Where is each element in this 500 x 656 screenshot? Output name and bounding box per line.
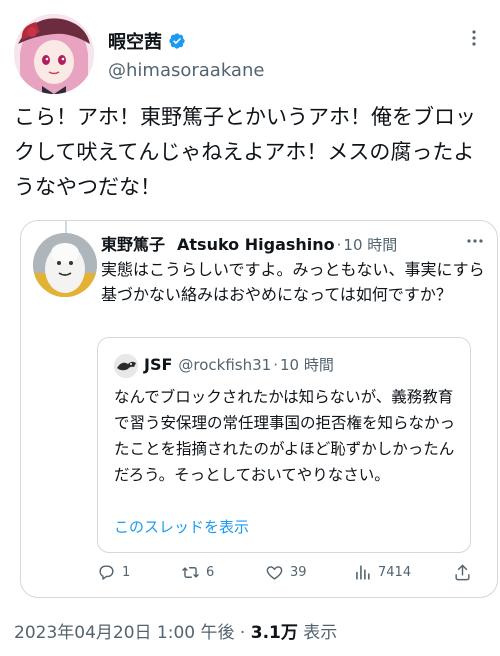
quoted-tweet[interactable]: 東野篤子 Atsuko Higashino · 10 時間 実態はこうらしいです… [20,220,498,598]
quote-avatar-image [33,233,97,297]
quote-header: 東野篤子 Atsuko Higashino · 10 時間 [101,231,487,255]
tweet-meta: 2023年04月20日 1:00 午後 · 3.1万 表示 [14,618,337,643]
nested-quoted-tweet[interactable]: JSF @rockfish31 · 10 時間 なんでブロックされたかは知らない… [97,337,471,553]
reply-button[interactable]: 1 [97,563,130,582]
author-avatar-image [14,14,94,94]
author-info: 暇空茜 @himasoraakane [108,28,264,81]
more-options-icon[interactable] [464,28,484,48]
share-icon [455,564,470,581]
quote-timestamp[interactable]: 10 時間 [343,234,397,255]
action-bar: 1 6 39 7414 [97,563,475,587]
tweet-text: こら！アホ！東野篤子とかいうアホ！俺をブロックして吠えてんじゃねえよアホ！メスの… [14,105,476,199]
views-chart-icon [356,565,370,580]
reply-count: 1 [122,565,131,580]
show-thread-link[interactable]: このスレッドを表示 [114,516,249,537]
tweet-page: 暇空茜 @himasoraakane こら！アホ！東野篤子とかいうアホ！俺をブロ… [0,0,500,656]
author-name[interactable]: 暇空茜 [108,28,162,54]
retweet-icon [182,567,199,578]
views-count: 7414 [378,565,412,580]
heart-icon [266,566,283,580]
tweet-timestamp[interactable]: 2023年04月20日 1:00 午後 [14,623,235,643]
author-handle[interactable]: @himasoraakane [108,60,264,81]
quote-more-options-icon[interactable] [467,229,483,247]
nested-author-avatar[interactable] [114,354,138,378]
tweet-views-count: 3.1万 [250,623,298,643]
quote-separator: · [336,236,342,254]
like-count: 39 [290,565,307,580]
nested-author-name[interactable]: JSF [144,355,172,374]
nested-text: なんでブロックされたかは知らないが、義務教育で習う安保理の常任理事国の拒否権を知… [114,388,456,484]
nested-header: JSF @rockfish31 · 10 時間 [144,354,334,375]
nested-avatar-image [114,354,138,378]
meta-separator: · [234,623,251,643]
verified-badge-icon [168,32,186,50]
nested-timestamp[interactable]: 10 時間 [280,354,334,375]
retweet-count: 6 [206,565,215,580]
author-name-row: 暇空茜 [108,28,264,54]
author-avatar[interactable] [14,14,94,94]
like-button[interactable]: 39 [265,563,307,582]
nested-separator: · [273,356,278,374]
retweet-button[interactable]: 6 [181,563,214,582]
quote-text: 実態はこうらしいですよ。みっともない、事実にすら基づかない絡みはおやめになっては… [101,260,485,304]
share-button[interactable] [453,563,472,582]
tweet-views-label: 表示 [297,623,338,643]
views-button[interactable]: 7414 [353,563,411,582]
reply-icon [99,565,114,580]
quote-author-name[interactable]: 東野篤子 [101,231,165,255]
quote-author-name-en[interactable]: Atsuko Higashino [177,235,335,254]
quote-author-avatar[interactable] [33,233,97,297]
nested-author-handle[interactable]: @rockfish31 [178,356,271,374]
